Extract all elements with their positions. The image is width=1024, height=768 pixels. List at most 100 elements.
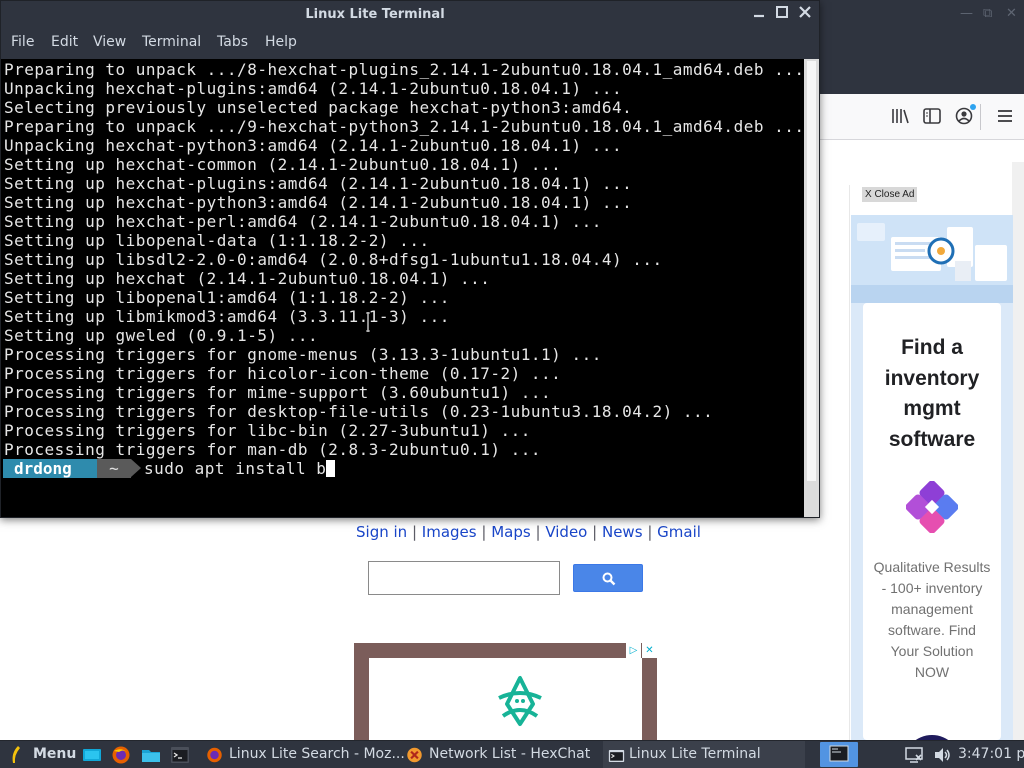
- terminal-line: Setting up libmikmod3:amd64 (3.3.11.1-3)…: [4, 307, 450, 326]
- menu-edit[interactable]: Edit: [51, 33, 78, 52]
- mouse-ibeam-icon: [366, 312, 370, 332]
- start-menu-button[interactable]: Menu: [33, 745, 76, 764]
- ad-description-line: Qualitative Results: [873, 559, 991, 575]
- menu-terminal[interactable]: Terminal: [142, 33, 201, 52]
- close-icon[interactable]: [795, 4, 815, 24]
- side-ad-card: Find a inventory mgmt software Qualitati…: [863, 303, 1001, 740]
- minimize-icon[interactable]: [749, 4, 769, 24]
- link-gmail[interactable]: Gmail: [657, 523, 701, 541]
- ad-description-line: - 100+ inventory: [881, 580, 983, 596]
- terminal-line: Setting up gweled (0.9.1-5) ...: [4, 326, 319, 345]
- terminal-launcher-icon[interactable]: [170, 745, 190, 765]
- terminal-line: Setting up hexchat-perl:amd64 (2.14.1-2u…: [4, 212, 602, 231]
- volume-icon[interactable]: [932, 745, 952, 765]
- taskbar: Menu Linux Lite Search - Moz... Network …: [0, 740, 1024, 768]
- ad-brand-logo-icon: [906, 481, 958, 533]
- terminal-window[interactable]: Linux Lite Terminal File Edit View Termi…: [0, 0, 820, 518]
- link-separator: |: [647, 523, 653, 541]
- firefox-task-icon: [207, 747, 222, 763]
- terminal-scrollbar-thumb[interactable]: [807, 61, 816, 481]
- command-input[interactable]: sudo apt install b: [144, 459, 336, 478]
- terminal-scrollbar[interactable]: [804, 59, 819, 517]
- side-ad-banner: ▷ ✕: [851, 215, 1013, 768]
- ad-description-line: NOW: [914, 664, 950, 680]
- ad-headline-line: inventory: [884, 366, 980, 390]
- terminal-line: Preparing to unpack .../9-hexchat-python…: [4, 117, 804, 136]
- file-manager-launcher-icon[interactable]: [141, 745, 161, 765]
- menu-file[interactable]: File: [11, 33, 34, 52]
- terminal-line: Preparing to unpack .../8-hexchat-plugin…: [4, 60, 804, 79]
- terminal-line: Processing triggers for mime-support (3.…: [4, 383, 552, 402]
- network-icon[interactable]: [904, 745, 924, 765]
- maximize-icon[interactable]: [772, 4, 792, 24]
- terminal-line: Processing triggers for gnome-menus (3.1…: [4, 345, 602, 364]
- prompt-directory: ~: [97, 459, 131, 478]
- terminal-line: Setting up hexchat-python3:amd64 (2.14.1…: [4, 193, 633, 212]
- close-ad-button[interactable]: X Close Ad: [862, 187, 918, 202]
- terminal-line: Processing triggers for hicolor-icon-the…: [4, 364, 562, 383]
- terminal-line: Setting up libopenal-data (1:1.18.2-2) .…: [4, 231, 430, 250]
- ad-headline-line: Find a: [901, 336, 963, 359]
- link-news[interactable]: News: [602, 523, 643, 541]
- task-terminal-label: Linux Lite Terminal: [629, 746, 761, 762]
- text-cursor: [326, 460, 336, 477]
- library-icon[interactable]: [890, 106, 910, 126]
- ad-headline-line: mgmt: [903, 397, 961, 420]
- menu-view[interactable]: View: [93, 33, 126, 52]
- terminal-line: Processing triggers for man-db (2.8.3-2u…: [4, 440, 542, 459]
- link-images[interactable]: Images: [422, 523, 477, 541]
- terminal-line: Setting up hexchat (2.14.1-2ubuntu0.18.0…: [4, 269, 491, 288]
- clock[interactable]: 3:47:01 pm: [958, 745, 1024, 764]
- account-icon[interactable]: [954, 104, 976, 126]
- terminal-line: Selecting previously unselected package …: [4, 98, 633, 117]
- link-separator: |: [535, 523, 541, 541]
- ad-description-line: software. Find: [888, 622, 976, 638]
- ad-close-icon[interactable]: ✕: [642, 643, 657, 658]
- linux-lite-feather-icon[interactable]: [9, 745, 23, 765]
- task-hexchat[interactable]: Network List - HexChat: [429, 745, 590, 764]
- show-desktop-icon[interactable]: [82, 745, 102, 765]
- desktop: — ⧉ ✕ Sign in | Images | Maps | Video | …: [0, 0, 1024, 768]
- terminal-line: Unpacking hexchat-plugins:amd64 (2.14.1-…: [4, 79, 623, 98]
- link-maps[interactable]: Maps: [491, 523, 530, 541]
- task-terminal-active[interactable]: Linux Lite Terminal: [603, 741, 805, 768]
- link-separator: |: [411, 523, 418, 541]
- link-sign-in[interactable]: Sign in: [356, 523, 407, 541]
- search-icon: [602, 572, 616, 586]
- menu-help[interactable]: Help: [265, 33, 297, 52]
- ad-headline: Find a inventory mgmt software: [863, 333, 1001, 455]
- maximize-icon[interactable]: ⧉: [983, 6, 992, 21]
- close-icon[interactable]: ✕: [1006, 6, 1017, 21]
- firefox-launcher-icon[interactable]: [111, 745, 131, 765]
- terminal-line: Setting up hexchat-plugins:amd64 (2.14.1…: [4, 174, 633, 193]
- terminal-line: Setting up libopenal1:amd64 (1:1.18.2-2)…: [4, 288, 450, 307]
- workspace-switcher[interactable]: [820, 742, 858, 767]
- side-ad[interactable]: X Close Ad ▷ ✕: [849, 185, 1013, 768]
- bottom-ad[interactable]: ▷ ✕: [354, 643, 657, 740]
- link-video[interactable]: Video: [545, 523, 587, 541]
- hexchat-task-icon: [407, 747, 422, 763]
- hamburger-menu-icon[interactable]: [995, 106, 1015, 126]
- minimize-icon[interactable]: —: [960, 6, 973, 21]
- menu-tabs[interactable]: Tabs: [217, 33, 248, 52]
- ad-description: Qualitative Results - 100+ inventory man…: [863, 557, 1001, 683]
- ad-description-line: management: [891, 601, 973, 617]
- navbar-separator: [980, 104, 981, 130]
- ad-headline-line: software: [888, 427, 976, 451]
- search-input[interactable]: [368, 561, 560, 595]
- prompt-user: drdong: [3, 459, 97, 478]
- terminal-line: Processing triggers for libc-bin (2.27-3…: [4, 421, 531, 440]
- page-scrollbar[interactable]: [1012, 162, 1024, 740]
- ad-illustration: [851, 215, 1013, 303]
- sidebar-icon[interactable]: [922, 106, 942, 126]
- terminal-task-icon: [608, 750, 625, 762]
- terminal-line: Unpacking hexchat-python3:amd64 (2.14.1-…: [4, 136, 623, 155]
- link-separator: |: [481, 523, 487, 541]
- bottom-ad-card: [369, 658, 642, 740]
- google-top-links: Sign in | Images | Maps | Video | News |…: [356, 523, 701, 541]
- terminal-output[interactable]: Preparing to unpack .../8-hexchat-plugin…: [1, 59, 804, 517]
- search-button[interactable]: [573, 564, 643, 592]
- adchoices-icon[interactable]: ▷: [626, 643, 641, 658]
- task-firefox[interactable]: Linux Lite Search - Moz...: [229, 745, 405, 764]
- link-separator: |: [592, 523, 598, 541]
